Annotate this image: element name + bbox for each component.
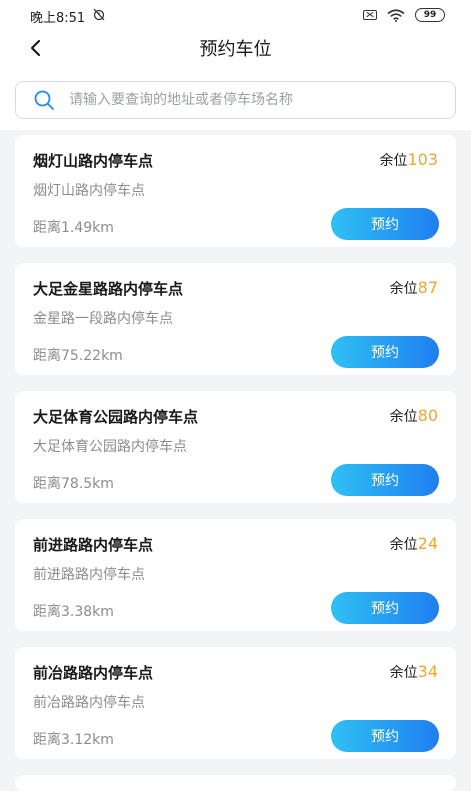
search-icon (33, 89, 55, 111)
lot-distance: 距离1.49km (33, 220, 114, 236)
remaining-count: 87 (417, 278, 438, 297)
reserve-button[interactable]: 预约 (331, 208, 439, 240)
remaining-count: 80 (417, 406, 438, 425)
lot-remaining: 余位87 (390, 278, 438, 298)
lot-address: 大足体育公园路内停车点 (33, 439, 187, 455)
no-sim-icon (363, 10, 377, 20)
nav-bar: 预约车位 (0, 30, 471, 68)
parking-lot-card[interactable]: 大足金星路路内停车点 余位87 金星路一段路内停车点 距离75.22km 预约 (15, 263, 456, 375)
battery-icon: 99 (415, 8, 445, 22)
lot-remaining: 余位80 (390, 406, 438, 426)
parking-lot-card[interactable]: 前冶路路内停车点 余位34 前冶路路内停车点 距离3.12km 预约 (15, 647, 456, 759)
lot-name: 烟灯山路内停车点 (33, 152, 154, 170)
reserve-button[interactable]: 预约 (331, 592, 439, 624)
wifi-icon (387, 8, 405, 22)
top-bar: 晚上8:51 99 预约车位 (0, 0, 471, 130)
lot-remaining: 余位24 (390, 534, 438, 554)
status-bar: 晚上8:51 99 (0, 0, 471, 30)
remaining-count: 103 (407, 150, 438, 169)
lot-name: 大足体育公园路内停车点 (33, 408, 199, 426)
lot-name: 前冶路路内停车点 (33, 664, 154, 682)
parking-lot-card[interactable]: 烟灯山路内停车点 余位103 烟灯山路内停车点 距离1.49km 预约 (15, 135, 456, 247)
search-box[interactable] (15, 81, 456, 119)
lot-address: 金星路一段路内停车点 (33, 311, 173, 327)
remaining-label: 余位 (389, 537, 418, 553)
search-input[interactable] (69, 92, 429, 108)
page-title: 预约车位 (199, 39, 272, 60)
lot-distance: 距离78.5km (33, 476, 114, 492)
lot-address: 烟灯山路内停车点 (33, 183, 145, 199)
lot-address: 前进路路内停车点 (33, 567, 145, 583)
lot-name: 前进路路内停车点 (33, 536, 154, 554)
remaining-label: 余位 (389, 281, 418, 297)
remaining-label: 余位 (379, 153, 408, 169)
lot-name: 大足金星路路内停车点 (33, 280, 184, 298)
lot-distance: 距离3.12km (33, 732, 114, 748)
status-time: 晚上8:51 (30, 11, 86, 26)
remaining-count: 24 (417, 534, 438, 553)
reserve-button[interactable]: 预约 (331, 336, 439, 368)
lot-distance: 距离75.22km (33, 348, 123, 364)
parking-lot-card-partial[interactable] (15, 775, 456, 791)
lot-remaining: 余位34 (390, 662, 438, 682)
reserve-button[interactable]: 预约 (331, 464, 439, 496)
parking-lot-card[interactable]: 前进路路内停车点 余位24 前进路路内停车点 距离3.38km 预约 (15, 519, 456, 631)
parking-lot-card[interactable]: 大足体育公园路内停车点 余位80 大足体育公园路内停车点 距离78.5km 预约 (15, 391, 456, 503)
lot-remaining: 余位103 (379, 150, 438, 170)
alarm-off-icon (92, 7, 106, 24)
lot-address: 前冶路路内停车点 (33, 695, 145, 711)
status-icons: 99 (363, 8, 445, 22)
remaining-label: 余位 (389, 409, 418, 425)
remaining-label: 余位 (389, 665, 418, 681)
lot-distance: 距离3.38km (33, 604, 114, 620)
remaining-count: 34 (417, 662, 438, 681)
reserve-button[interactable]: 预约 (331, 720, 439, 752)
